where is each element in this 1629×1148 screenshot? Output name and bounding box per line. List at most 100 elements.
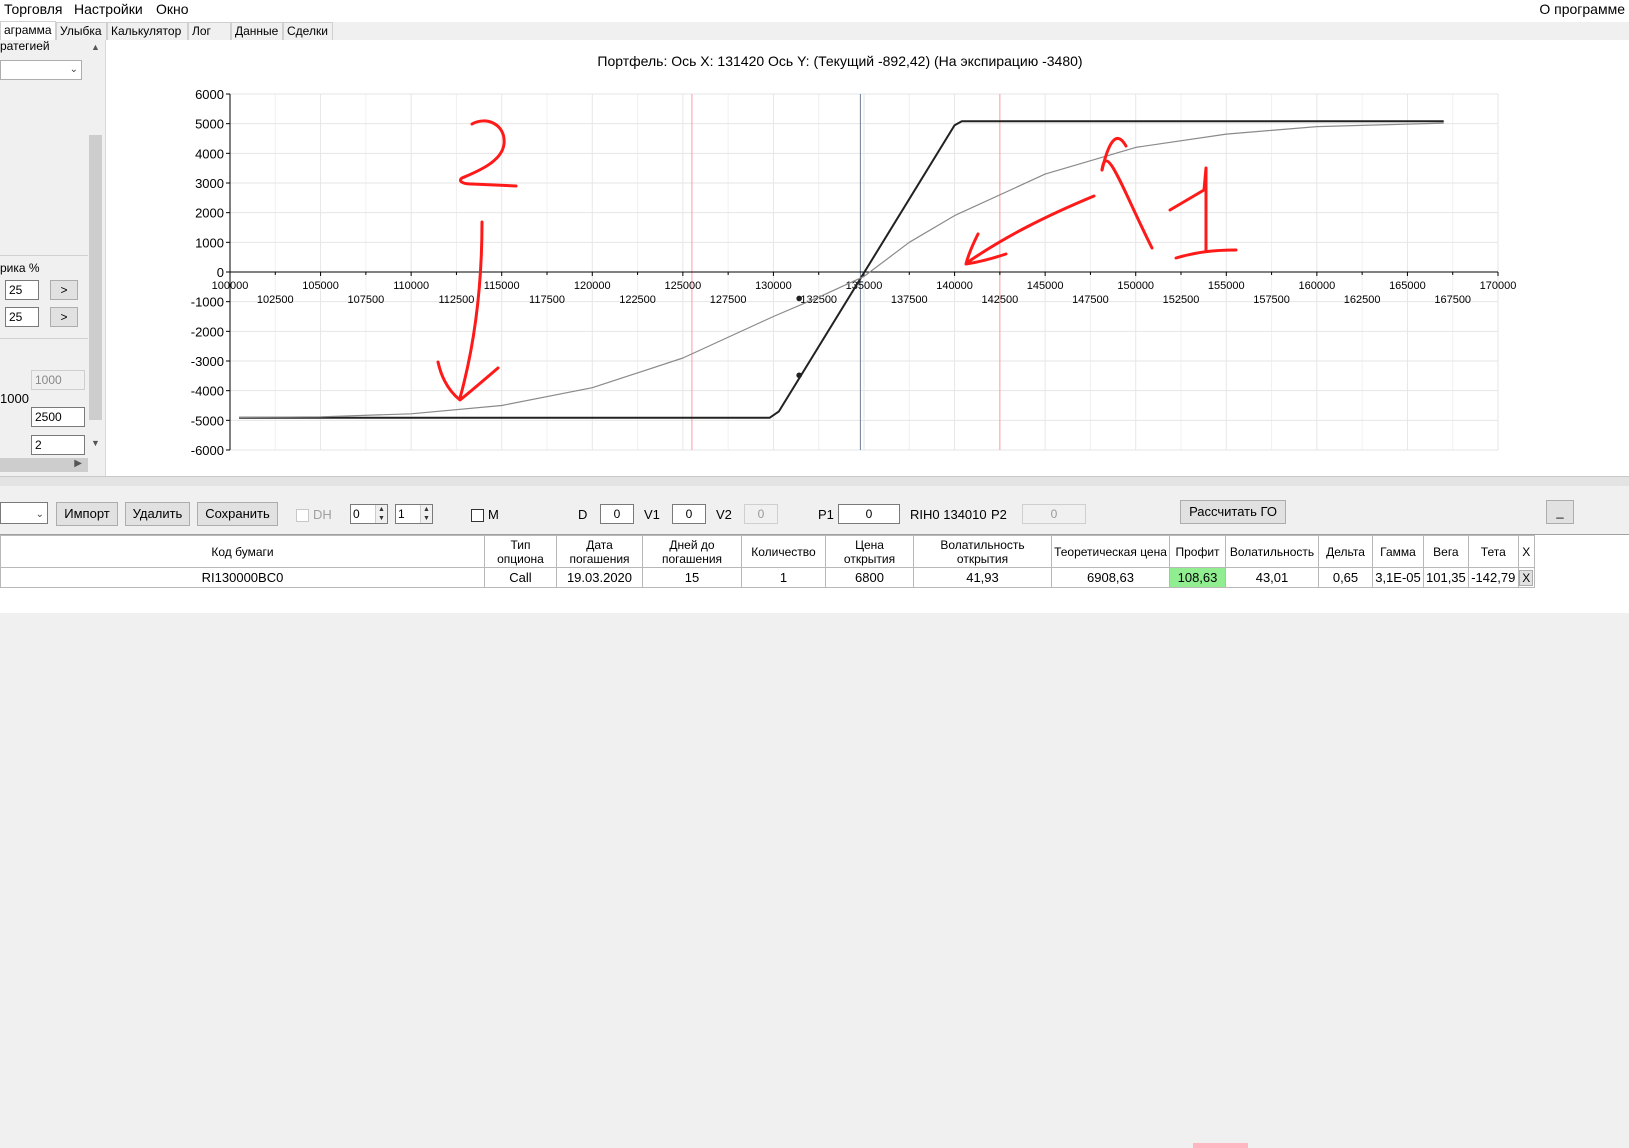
x-tick-label-minor: 107500 — [347, 294, 384, 306]
col-header-vega[interactable]: Вега — [1423, 535, 1469, 568]
ticker-label: RIH0 134010 — [910, 507, 987, 522]
field-2[interactable]: 2 — [31, 435, 85, 455]
cell-type[interactable]: Call — [484, 567, 557, 588]
col-header-theta[interactable]: Тета — [1467, 535, 1519, 568]
col-header-theo-price[interactable]: Теоретическая цена — [1051, 535, 1170, 568]
cell-days[interactable]: 15 — [642, 567, 742, 588]
remove-row-button[interactable]: X — [1519, 569, 1534, 586]
scroll-right-icon[interactable]: ▶ — [74, 458, 82, 469]
rate-input-1[interactable]: 25 — [5, 280, 39, 300]
rate-step-button-1[interactable]: > — [50, 280, 78, 300]
delete-button[interactable]: Удалить — [125, 502, 190, 526]
annotation-arrow-down — [458, 220, 484, 400]
col-header-open-vol[interactable]: Волатильность открытия — [913, 535, 1052, 568]
x-tick-label-minor: 157500 — [1253, 294, 1290, 306]
col-header-type[interactable]: Тип опциона — [484, 535, 557, 568]
spin-2[interactable]: 1 ▲ ▼ — [395, 504, 433, 524]
strategy-label: ратегией — [0, 40, 50, 53]
save-button[interactable]: Сохранить — [197, 502, 278, 526]
cell-vol[interactable]: 43,01 — [1225, 567, 1319, 588]
x-tick-label: 165000 — [1389, 280, 1426, 292]
cell-gamma[interactable]: 3,1E-05 — [1372, 567, 1424, 588]
minimize-button[interactable]: _ — [1546, 500, 1574, 524]
p1-input[interactable]: 0 — [838, 504, 900, 524]
tab-deals[interactable]: Сделки — [283, 22, 333, 40]
p2-input[interactable]: 0 — [1022, 504, 1086, 524]
cell-code[interactable]: RI130000BC0 — [0, 567, 485, 588]
field-2500[interactable]: 2500 — [31, 407, 85, 427]
strategy-combo[interactable]: ⌄ — [0, 60, 82, 80]
left-panel: ратегией ⌄ рика % 25 > 25 > 1000 1000 25… — [0, 40, 106, 492]
cell-open-vol[interactable]: 41,93 — [913, 567, 1052, 588]
cell-expiry[interactable]: 19.03.2020 — [556, 567, 643, 588]
cell-delta[interactable]: 0,65 — [1318, 567, 1373, 588]
cell-qty[interactable]: 1 — [741, 567, 826, 588]
y-tick-label: 1000 — [195, 235, 224, 250]
col-header-delta[interactable]: Дельта — [1318, 535, 1373, 568]
d-input[interactable]: 0 — [600, 504, 634, 524]
updown-icon[interactable]: ▲ ▼ — [375, 505, 387, 523]
cell-theo-price[interactable]: 6908,63 — [1051, 567, 1170, 588]
col-header-x[interactable]: X — [1517, 535, 1535, 568]
tab-log[interactable]: Лог — [188, 22, 231, 40]
left-panel-hscrollbar[interactable]: ▶ — [0, 458, 88, 472]
col-header-expiry[interactable]: Дата погашения — [556, 535, 643, 568]
scroll-thumb[interactable] — [89, 135, 102, 420]
import-button[interactable]: Импорт — [56, 502, 118, 526]
position-marker — [796, 295, 802, 302]
y-tick-label: -1000 — [191, 295, 224, 310]
payoff-chart[interactable]: Портфель: Ось X: 131420 Ось Y: (Текущий … — [106, 40, 1629, 476]
y-tick-label: -6000 — [191, 443, 224, 458]
v2-label: V2 — [716, 507, 732, 522]
y-tick-label: 5000 — [195, 117, 224, 132]
tab-data[interactable]: Данные — [231, 22, 283, 40]
menu-about[interactable]: О программе — [1535, 0, 1629, 18]
col-header-open-price[interactable]: Цена открытия — [825, 535, 914, 568]
cell-vega[interactable]: 101,35 — [1423, 567, 1469, 588]
menu-window[interactable]: Окно — [152, 0, 193, 18]
x-tick-label: 105000 — [302, 280, 339, 292]
scroll-down-icon[interactable]: ▼ — [91, 438, 100, 448]
positions-table: Код бумаги Тип опциона Дата погашения Дн… — [0, 534, 1629, 1148]
col-header-profit[interactable]: Профит — [1169, 535, 1226, 568]
rate-input-2[interactable]: 25 — [5, 307, 39, 327]
rate-step-button-2[interactable]: > — [50, 307, 78, 327]
x-tick-label: 140000 — [936, 280, 973, 292]
x-tick-label: 160000 — [1298, 280, 1335, 292]
spin-1-value: 0 — [353, 507, 360, 521]
v2-input[interactable]: 0 — [744, 504, 778, 524]
series-line-current — [239, 122, 1444, 418]
account-combo[interactable]: ⌄ — [0, 502, 48, 524]
menu-trading[interactable]: Торговля — [0, 0, 66, 18]
cell-remove[interactable]: X — [1517, 567, 1535, 588]
tab-smile[interactable]: Улыбка — [56, 22, 107, 40]
dh-checkbox[interactable] — [296, 509, 309, 522]
annotation-1-glyph — [1168, 166, 1208, 252]
cell-open-price[interactable]: 6800 — [825, 567, 914, 588]
spin-1[interactable]: 0 ▲ ▼ — [350, 504, 388, 524]
updown-icon[interactable]: ▲ ▼ — [420, 505, 432, 523]
left-panel-scrollbar[interactable]: ▲ ▼ — [88, 40, 103, 470]
col-header-qty[interactable]: Количество — [741, 535, 826, 568]
field-1000[interactable]: 1000 — [31, 370, 85, 390]
table-row[interactable]: RI130000BC0 Call 19.03.2020 15 1 6800 41… — [0, 567, 1535, 588]
v1-input[interactable]: 0 — [672, 504, 706, 524]
scroll-up-icon[interactable]: ▲ — [91, 42, 100, 52]
y-tick-label: 2000 — [195, 206, 224, 221]
col-header-days[interactable]: Дней до погашения — [642, 535, 742, 568]
cell-theta[interactable]: -142,79 — [1467, 567, 1519, 588]
x-tick-label-minor: 142500 — [981, 294, 1018, 306]
cell-profit[interactable]: 108,63 — [1169, 567, 1226, 588]
col-header-vol[interactable]: Волатильность — [1225, 535, 1319, 568]
tab-calculator[interactable]: Калькулятор — [107, 22, 188, 40]
col-header-gamma[interactable]: Гамма — [1372, 535, 1424, 568]
annotation-mark-b — [1100, 159, 1154, 250]
calc-go-button[interactable]: Рассчитать ГО — [1180, 500, 1286, 524]
tab-diagram[interactable]: аграмма — [0, 21, 56, 41]
x-tick-label: 150000 — [1117, 280, 1154, 292]
m-checkbox[interactable] — [471, 509, 484, 522]
splitter[interactable] — [0, 476, 1629, 486]
col-header-code[interactable]: Код бумаги — [0, 535, 485, 568]
x-tick-label-minor: 152500 — [1163, 294, 1200, 306]
menu-settings[interactable]: Настройки — [70, 0, 147, 18]
